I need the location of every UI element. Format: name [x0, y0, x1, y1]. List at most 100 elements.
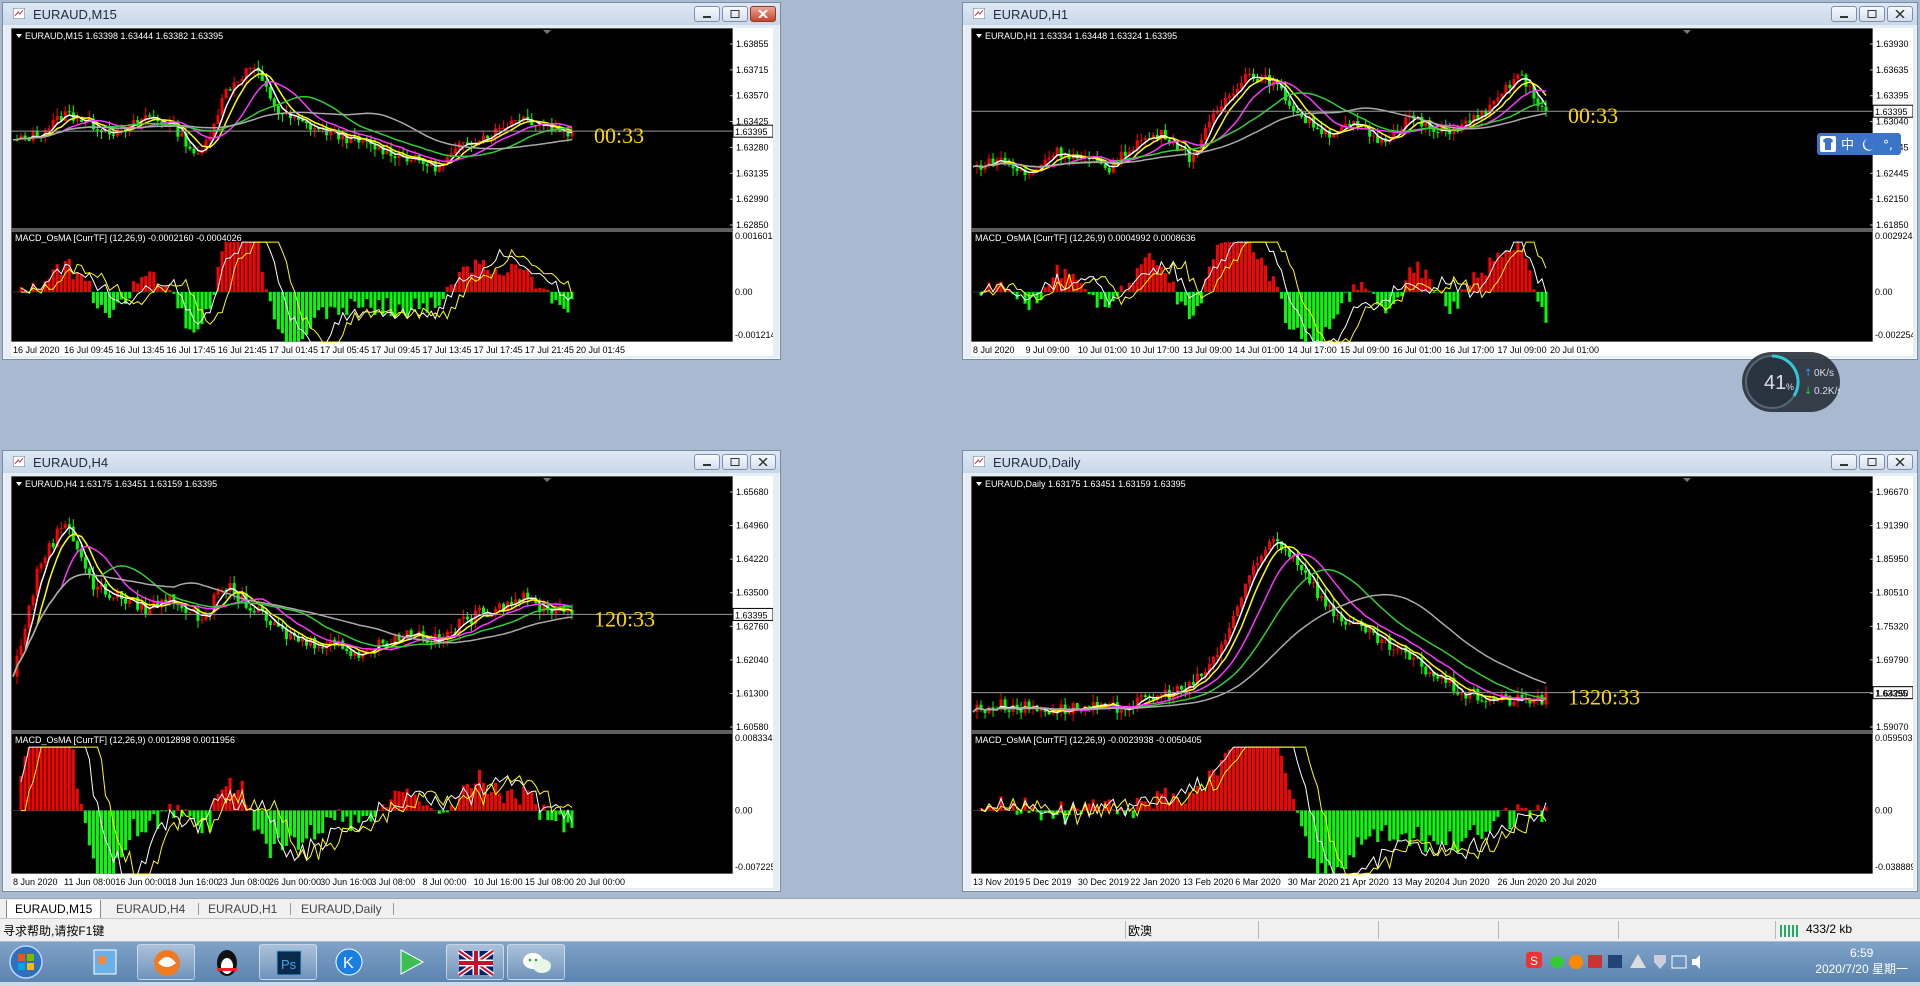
candle-body — [1016, 168, 1019, 171]
close-button[interactable] — [750, 6, 776, 22]
candle-body — [1364, 626, 1367, 632]
macd-histogram-bar — [164, 811, 167, 812]
maximize-button[interactable] — [1859, 6, 1885, 22]
chart-window-h4[interactable]: EURAUD,H4 1.633951.656801.649601.642201.… — [2, 450, 781, 892]
security-tray-icon[interactable] — [1588, 955, 1602, 968]
macd-histogram-bar — [450, 285, 453, 293]
tab-euraud-h4[interactable]: EURAUD,H4 — [108, 900, 193, 918]
taskbar-media-player-app[interactable] — [381, 944, 439, 980]
chart-canvas[interactable]: 1.633951.639301.636351.633951.630401.627… — [971, 28, 1913, 356]
taskbar-foxit-app[interactable] — [137, 944, 195, 980]
macd-axis-label: -0.002254 — [1875, 330, 1913, 340]
system-clock[interactable]: 6:59 2020/7/20 星期一 — [1815, 945, 1908, 977]
candle-body — [502, 128, 505, 129]
maximize-button[interactable] — [722, 454, 748, 470]
price-chart[interactable]: 1.633951.656801.649601.642201.635001.627… — [11, 476, 773, 888]
candle-body — [462, 142, 465, 143]
macd-label: MACD_OsMA [CurrTF] (12,26,9) -0.0023938 … — [975, 735, 1202, 745]
time-tick-label: 16 Jul 2020 — [13, 345, 60, 355]
time-tick-label: 4 Jun 2020 — [1445, 877, 1490, 887]
network-tray-icon[interactable] — [1608, 955, 1622, 968]
minimize-button[interactable] — [694, 6, 720, 22]
maximize-button[interactable] — [1859, 454, 1885, 470]
macd-histogram-bar — [80, 804, 83, 811]
volume-icon[interactable] — [1692, 955, 1700, 969]
price-chart[interactable]: 1.633951.638551.637151.635701.634251.632… — [11, 28, 773, 356]
chart-window-daily[interactable]: EURAUD,Daily 1.633951.966701.913901.8595… — [962, 450, 1918, 892]
macd-histogram-bar — [1380, 811, 1383, 831]
window-titlebar[interactable]: EURAUD,H4 — [3, 451, 780, 473]
taskbar-photoshop-app[interactable]: Ps — [259, 944, 317, 980]
ime-chinese-mode[interactable]: 中 — [1841, 138, 1854, 153]
tab-euraud-daily[interactable]: EURAUD,Daily — [293, 900, 390, 918]
candle-body — [1512, 702, 1515, 706]
close-button[interactable] — [1887, 454, 1913, 470]
shield-tray-icon[interactable] — [1654, 955, 1666, 969]
macd-histogram-bar — [128, 292, 131, 298]
minimize-icon — [702, 10, 712, 18]
macd-histogram-bar — [285, 811, 288, 846]
tab-euraud-h1[interactable]: EURAUD,H1 — [200, 900, 285, 918]
macd-axis-label: 0.0029242 — [1875, 231, 1913, 241]
macd-histogram-bar — [64, 747, 67, 810]
start-button[interactable] — [2, 944, 50, 980]
window-titlebar[interactable]: EURAUD,M15 — [3, 3, 780, 25]
window-titlebar[interactable]: EURAUD,Daily — [963, 451, 1917, 473]
candle-body — [1124, 152, 1127, 156]
taskbar-wechat-app[interactable] — [507, 944, 565, 980]
macd-histogram-bar — [1352, 284, 1355, 292]
chart-canvas[interactable]: 1.633951.966701.913901.859501.805101.753… — [971, 476, 1913, 888]
macd-histogram-bar — [1168, 283, 1171, 292]
macd-axis-label: 0.00 — [735, 287, 753, 297]
macd-histogram-bar — [1204, 790, 1207, 810]
candle-body — [1496, 98, 1499, 101]
macd-histogram-bar — [1100, 810, 1103, 811]
moon-icon[interactable] — [1863, 139, 1873, 151]
display-tray-icon[interactable] — [1672, 956, 1686, 968]
candle-body — [1484, 701, 1487, 702]
macd-histogram-bar — [1304, 292, 1307, 342]
minimize-button[interactable] — [1831, 454, 1857, 470]
network-speed-widget[interactable]: 41 % ↑ 0K/s ↓ 0.2K/s — [1742, 352, 1840, 412]
minimize-button[interactable] — [694, 454, 720, 470]
taskbar-kugou-app[interactable]: K — [320, 944, 378, 980]
macd-histogram-bar — [168, 290, 171, 292]
candle-body — [237, 82, 240, 83]
window-titlebar[interactable]: EURAUD,H1 — [963, 3, 1917, 25]
candle-body — [1284, 549, 1287, 550]
macd-histogram-bar — [1472, 272, 1475, 292]
macd-histogram-bar — [1492, 811, 1495, 822]
macd-histogram-bar — [92, 292, 95, 303]
chart-canvas[interactable]: 1.633951.638551.637151.635701.634251.632… — [11, 28, 773, 356]
price-chart[interactable]: 1.633951.966701.913901.859501.805101.753… — [971, 476, 1913, 888]
tools-tray-icon[interactable] — [1630, 954, 1646, 968]
maximize-button[interactable] — [722, 6, 748, 22]
macd-histogram-bar — [442, 292, 445, 299]
price-tick-label: 1.63280 — [736, 142, 769, 152]
candle-body — [1312, 582, 1315, 584]
close-button[interactable] — [750, 454, 776, 470]
minimize-button[interactable] — [1831, 6, 1857, 22]
candle-body — [1048, 157, 1051, 159]
taskbar-mt4-app[interactable] — [446, 944, 504, 980]
tab-euraud-m15[interactable]: EURAUD,M15 — [6, 900, 101, 919]
candle-body — [1508, 85, 1511, 88]
close-button[interactable] — [1887, 6, 1913, 22]
candle-body — [1396, 648, 1399, 649]
ime-toolbar[interactable]: 中 °, — [1817, 133, 1901, 155]
chart-window-m15[interactable]: EURAUD,M15 1.633951.638551.637151.635701… — [2, 2, 781, 360]
candle-body — [1264, 550, 1267, 556]
weibo-tray-icon[interactable] — [1569, 955, 1583, 969]
taskbar-qq-app[interactable] — [198, 944, 256, 980]
chart-window-h1[interactable]: EURAUD,H1 1.633951.639301.636351.633951.… — [962, 2, 1918, 360]
macd-histogram-bar — [1528, 270, 1531, 292]
chart-canvas[interactable]: 1.633951.656801.649601.642201.635001.627… — [11, 476, 773, 888]
taskbar-paint-app[interactable] — [76, 944, 134, 980]
wechat-tray-icon[interactable] — [1550, 956, 1564, 968]
candle-body — [20, 646, 23, 656]
punctuation-icon[interactable]: °, — [1883, 138, 1893, 152]
time-tick-label: 17 Jul 13:45 — [422, 345, 471, 355]
macd-axis-label: -0.038889 — [1875, 862, 1913, 872]
candle-body — [180, 133, 183, 137]
price-chart[interactable]: 1.633951.639301.636351.633951.630401.627… — [971, 28, 1913, 356]
